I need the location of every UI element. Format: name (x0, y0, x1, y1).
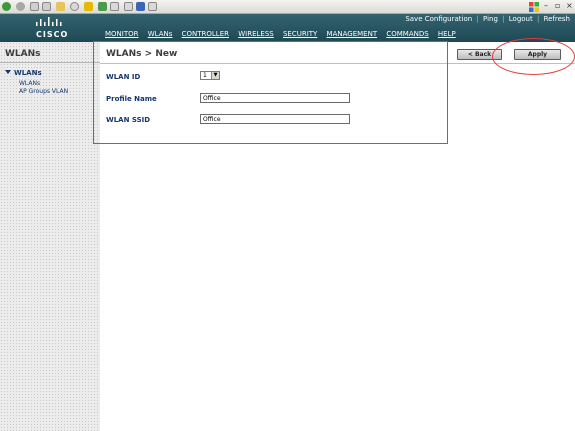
mail-icon[interactable] (110, 2, 119, 11)
browser-toolbar: – ▫ × (0, 0, 575, 14)
nav-management[interactable]: MANAGEMENT (327, 30, 378, 38)
nav-wlans[interactable]: WLANs (148, 30, 173, 38)
sidebar: WLANs WLANs WLANs AP Groups VLAN (0, 42, 100, 431)
minimize-icon[interactable]: – (544, 1, 548, 10)
highlight-box (93, 41, 448, 144)
refresh-icon[interactable] (42, 2, 51, 11)
save-configuration-link[interactable]: Save Configuration (404, 15, 473, 23)
history-icon[interactable] (98, 2, 107, 11)
app-header: CISCO Save Configuration | Ping | Logout… (0, 14, 575, 42)
highlight-ellipse (492, 38, 575, 75)
logout-link[interactable]: Logout (508, 15, 534, 23)
divider (0, 62, 100, 63)
sidebar-group-label: WLANs (14, 69, 42, 77)
restore-icon[interactable]: ▫ (555, 1, 560, 10)
divider: | (536, 15, 540, 23)
nav-help[interactable]: HELP (438, 30, 456, 38)
stop-icon[interactable] (30, 2, 39, 11)
nav-security[interactable]: SECURITY (283, 30, 317, 38)
utility-links: Save Configuration | Ping | Logout | Ref… (404, 15, 571, 23)
main-nav: MONITOR WLANs CONTROLLER WIRELESS SECURI… (105, 30, 463, 38)
nav-controller[interactable]: CONTROLLER (182, 30, 229, 38)
sidebar-item-ap-groups-vlan[interactable]: AP Groups VLAN (19, 88, 68, 95)
close-icon[interactable]: × (566, 1, 573, 10)
sidebar-item-wlans[interactable]: WLANs (19, 80, 40, 87)
sidebar-title: WLANs (5, 49, 41, 59)
divider: | (476, 15, 479, 23)
home-icon[interactable] (56, 2, 65, 11)
search-icon[interactable] (70, 2, 79, 11)
expand-arrow-icon[interactable] (5, 70, 11, 74)
nav-wireless[interactable]: WIRELESS (238, 30, 273, 38)
nav-commands[interactable]: COMMANDS (386, 30, 428, 38)
sidebar-item-wlans-group[interactable]: WLANs (5, 69, 42, 77)
windows-logo-icon (529, 2, 539, 12)
refresh-link[interactable]: Refresh (543, 15, 571, 23)
ping-link[interactable]: Ping (482, 15, 499, 23)
cisco-wordmark: CISCO (36, 30, 69, 39)
divider: | (502, 15, 505, 23)
edit-icon[interactable] (136, 2, 145, 11)
favorites-icon[interactable] (84, 2, 93, 11)
discuss-icon[interactable] (148, 2, 157, 11)
back-arrow-icon[interactable] (2, 2, 11, 11)
cisco-logo: CISCO (30, 16, 72, 40)
print-icon[interactable] (124, 2, 133, 11)
nav-monitor[interactable]: MONITOR (105, 30, 139, 38)
cisco-bridge-icon (36, 17, 62, 26)
forward-arrow-icon[interactable] (16, 2, 25, 11)
